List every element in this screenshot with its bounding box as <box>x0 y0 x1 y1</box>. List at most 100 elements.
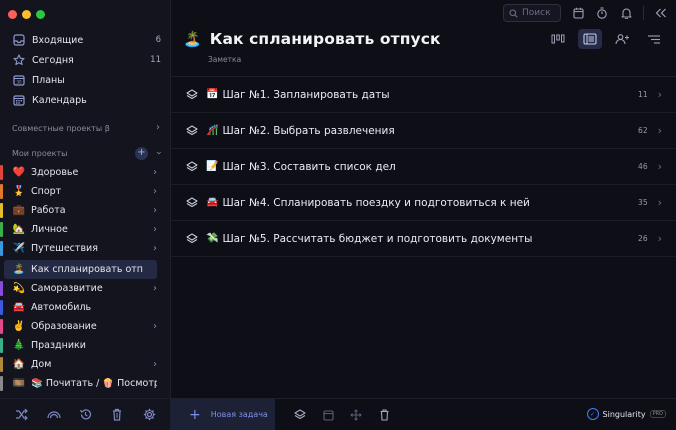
page-title[interactable]: Как спланировать отпуск <box>210 30 441 48</box>
task-row-step-4[interactable]: 🚘 Шаг №4. Спланировать поездку и подгото… <box>171 185 676 221</box>
project-color-bar <box>0 357 3 372</box>
project-label: Спорт <box>31 186 62 197</box>
project-color-bar <box>0 184 3 199</box>
rainbow-habits-icon[interactable] <box>46 407 62 423</box>
zoom-window-button[interactable] <box>36 10 45 19</box>
project-read-watch[interactable]: 🎞️ 📚 Почитать / 🍿 Посмотреть <box>0 374 171 393</box>
task-actions-toolbar <box>293 408 391 422</box>
shuffle-icon[interactable] <box>14 407 30 423</box>
chevron-right-icon[interactable]: › <box>153 167 157 178</box>
sidebar-item-count: 11 <box>150 55 161 65</box>
search-input[interactable]: Поиск <box>503 4 561 22</box>
chevron-right-icon[interactable]: › <box>658 196 662 209</box>
calendar-icon[interactable] <box>321 408 335 422</box>
task-row-step-2[interactable]: 🎢 Шаг №2. Выбрать развлечения 62 › <box>171 113 676 149</box>
project-work[interactable]: 💼 Работа › <box>0 201 171 220</box>
new-task-button[interactable]: + Новая задача <box>171 398 275 430</box>
project-label: Автомобиль <box>31 302 92 313</box>
page-header: 🏝️ Как спланировать отпуск <box>183 30 441 48</box>
task-title: Шаг №2. Выбрать развлечения <box>222 124 395 137</box>
kanban-view-icon[interactable] <box>546 29 570 49</box>
add-person-icon[interactable] <box>610 29 634 49</box>
task-title: Шаг №3. Составить список дел <box>222 160 396 173</box>
sidebar-item-label: Планы <box>32 74 65 86</box>
project-label: Саморазвитие <box>31 283 103 294</box>
inbox-icon <box>12 34 25 47</box>
house-garden-icon: 🏡 <box>12 224 26 235</box>
settings-gear-icon[interactable] <box>141 407 157 423</box>
section-label: Совместные проекты β <box>12 123 110 133</box>
project-label: Как спланировать отпуск <box>31 264 143 275</box>
shared-projects-header[interactable]: Совместные проекты β › <box>12 121 160 135</box>
sidebar-item-inbox[interactable]: Входящие 6 <box>0 30 171 50</box>
subtask-count: 46 <box>638 162 648 171</box>
task-row-step-3[interactable]: 📝 Шаг №3. Составить список дел 46 › <box>171 149 676 185</box>
stack-layers-icon[interactable] <box>293 408 307 422</box>
sidebar-item-plans[interactable]: 30 Планы <box>0 70 171 90</box>
chevron-right-icon[interactable]: › <box>153 243 157 254</box>
project-label: Дом <box>31 359 52 370</box>
collapse-panel-icon[interactable] <box>654 6 668 20</box>
chevron-right-icon[interactable]: › <box>153 359 157 370</box>
subtask-count: 26 <box>638 234 648 243</box>
chevron-right-icon[interactable]: › <box>153 283 157 294</box>
chevron-down-icon[interactable]: › <box>153 151 164 155</box>
car-icon: 🚘 <box>206 197 219 208</box>
project-label: 📚 Почитать / 🍿 Посмотреть <box>31 378 157 389</box>
stack-layers-icon <box>185 124 199 138</box>
project-travel[interactable]: ✈️ Путешествия › <box>0 239 171 258</box>
project-education[interactable]: ✌️ Образование › <box>0 317 171 336</box>
project-vacation-plan[interactable]: 🏝️ Как спланировать отпуск <box>4 260 157 279</box>
calendar-icon[interactable] <box>571 6 585 20</box>
chevron-right-icon[interactable]: › <box>658 232 662 245</box>
trash-icon[interactable] <box>377 408 391 422</box>
star-icon <box>12 54 25 67</box>
bell-icon[interactable] <box>619 6 633 20</box>
page-subtitle-note[interactable]: Заметка <box>208 55 241 64</box>
task-title: Шаг №5. Рассчитать бюджет и подготовить … <box>222 232 533 245</box>
project-car[interactable]: 🚘 Автомобиль <box>0 298 171 317</box>
chevron-right-icon[interactable]: › <box>153 205 157 216</box>
trash-icon[interactable] <box>109 407 125 423</box>
money-wings-icon: 💸 <box>206 233 219 244</box>
calendar-30-icon: 30 <box>12 74 25 87</box>
search-icon <box>509 8 518 18</box>
chevron-right-icon[interactable]: › <box>153 321 157 332</box>
chevron-right-icon[interactable]: › <box>658 88 662 101</box>
sidebar-item-today[interactable]: Сегодня 11 <box>0 50 171 70</box>
sidebar-item-calendar[interactable]: Календарь <box>0 90 171 110</box>
move-arrows-icon[interactable] <box>349 408 363 422</box>
chevron-right-icon[interactable]: › <box>153 224 157 235</box>
minimize-window-button[interactable] <box>22 10 31 19</box>
christmas-tree-icon: 🎄 <box>12 340 26 351</box>
project-self-development[interactable]: 💫 Саморазвитие › <box>0 279 171 298</box>
project-holidays[interactable]: 🎄 Праздники <box>0 336 171 355</box>
sort-filter-icon[interactable] <box>642 29 666 49</box>
task-row-step-5[interactable]: 💸 Шаг №5. Рассчитать бюджет и подготовит… <box>171 221 676 257</box>
heart-icon: ❤️ <box>12 167 26 178</box>
close-window-button[interactable] <box>8 10 17 19</box>
project-sport[interactable]: 🎖️ Спорт › <box>0 182 171 201</box>
chevron-right-icon[interactable]: › <box>658 160 662 173</box>
list-view-icon[interactable] <box>578 29 602 49</box>
timer-icon[interactable] <box>595 6 609 20</box>
view-toolbar <box>546 29 666 49</box>
project-label: Работа <box>31 205 66 216</box>
project-home[interactable]: 🏠 Дом › <box>0 355 171 374</box>
my-projects-header[interactable]: Мои проекты + › <box>12 146 164 160</box>
project-label: Путешествия <box>31 243 98 254</box>
task-row-step-1[interactable]: 📅 Шаг №1. Запланировать даты 11 › <box>171 77 676 113</box>
chevron-right-icon[interactable]: › <box>658 124 662 137</box>
airplane-icon: ✈️ <box>12 243 26 254</box>
plus-icon: + <box>189 406 201 423</box>
film-frames-icon: 🎞️ <box>12 378 26 389</box>
add-project-button[interactable]: + <box>135 146 148 160</box>
section-label: Мои проекты <box>12 148 68 158</box>
toolbar-divider <box>643 6 644 20</box>
project-personal[interactable]: 🏡 Личное › <box>0 220 171 239</box>
history-icon[interactable] <box>77 407 93 423</box>
subtask-count: 35 <box>638 198 648 207</box>
svg-text:30: 30 <box>16 80 22 85</box>
project-health[interactable]: ❤️ Здоровье › <box>0 163 171 182</box>
chevron-right-icon[interactable]: › <box>153 186 157 197</box>
